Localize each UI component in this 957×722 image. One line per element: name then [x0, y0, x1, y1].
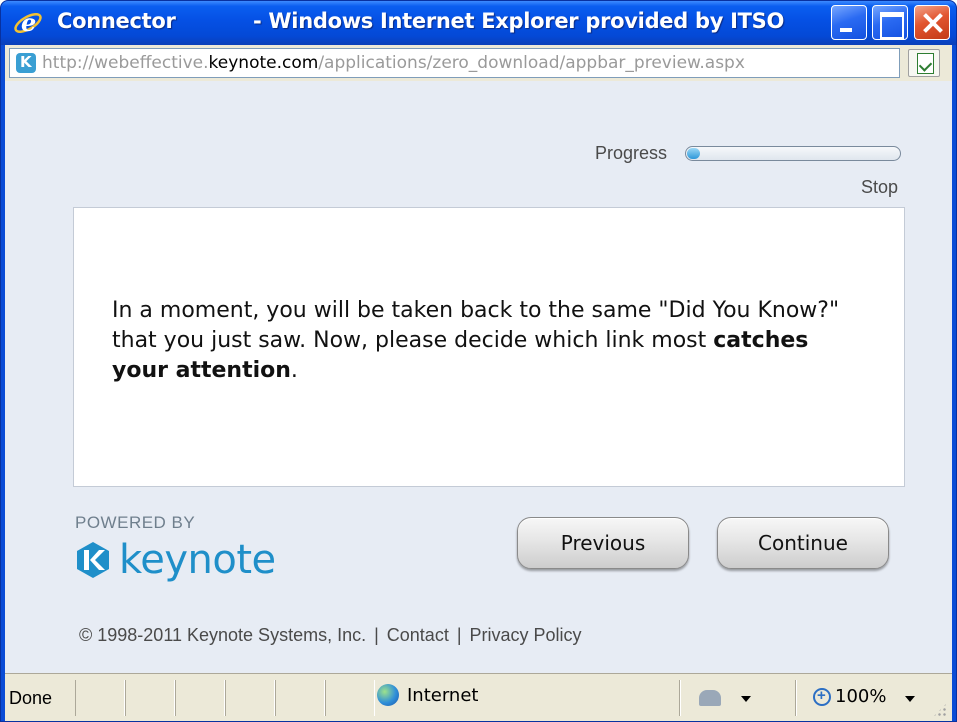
close-button[interactable] [914, 5, 950, 40]
ie-logo-icon: e [14, 8, 42, 37]
copyright-text: © 1998-2011 Keynote Systems, Inc. [79, 625, 367, 645]
window-title: - Windows Internet Explorer provided by … [253, 9, 785, 33]
status-bar: Done Internet 100% [5, 673, 952, 721]
zoom-level: 100% [835, 686, 887, 707]
contact-link[interactable]: Contact [387, 625, 449, 645]
maximize-button[interactable] [872, 5, 908, 40]
resize-grip[interactable] [932, 702, 948, 718]
previous-button[interactable]: Previous [517, 517, 689, 569]
url-path: /applications/zero_download/appbar_previ… [318, 53, 745, 73]
footer-separator: | [456, 625, 462, 645]
minimize-button[interactable] [831, 5, 867, 40]
footer-separator: | [374, 625, 379, 645]
status-pane [125, 680, 175, 716]
powered-by-label: POWERED BY [75, 513, 196, 532]
window-title-app: Connector [57, 9, 176, 33]
title-bar[interactable]: e Connector - Windows Internet Explorer … [1, 1, 956, 45]
url-host: keynote.com [208, 53, 319, 73]
status-pane [75, 680, 125, 716]
message-text-end: . [290, 358, 298, 383]
status-pane [275, 680, 325, 716]
progress-bar [685, 146, 901, 161]
zoom-control[interactable]: 100% [813, 686, 886, 707]
svg-text:e: e [21, 8, 36, 37]
internet-globe-icon [377, 684, 399, 706]
compatibility-view-icon[interactable] [908, 49, 940, 77]
keynote-logo-word: keynote [119, 537, 276, 583]
protected-mode-dropdown-icon[interactable] [741, 696, 751, 702]
status-divider [795, 680, 797, 716]
status-divider [679, 680, 681, 716]
message-panel: In a moment, you will be taken back to t… [73, 207, 905, 487]
continue-button[interactable]: Continue [717, 517, 889, 569]
status-pane [225, 680, 275, 716]
page-content: Progress Stop In a moment, you will be t… [5, 81, 952, 673]
progress-label: Progress [595, 143, 668, 163]
zoom-icon [813, 687, 831, 706]
protected-mode-icon[interactable] [699, 690, 721, 706]
site-favicon-icon [16, 53, 36, 73]
keynote-logo: keynote [73, 533, 276, 587]
keynote-logo-mark-icon [77, 542, 109, 578]
status-pane [175, 680, 225, 716]
status-text: Done [9, 688, 53, 708]
footer: © 1998-2011 Keynote Systems, Inc. | Contac… [79, 625, 582, 646]
browser-window: e Connector - Windows Internet Explorer … [0, 0, 957, 722]
zoom-dropdown-icon[interactable] [905, 696, 915, 702]
status-pane [325, 680, 375, 716]
message-text: In a moment, you will be taken back to t… [112, 296, 852, 386]
progress-fill [687, 148, 700, 159]
privacy-policy-link[interactable]: Privacy Policy [470, 625, 582, 645]
address-bar: http://webeffective.keynote.com/applicat… [5, 45, 952, 81]
zone-label: Internet [407, 684, 479, 706]
url-prefix: http://webeffective. [42, 53, 209, 73]
stop-link[interactable]: Stop [861, 177, 898, 198]
url-field[interactable]: http://webeffective.keynote.com/applicat… [9, 48, 900, 78]
security-zone[interactable]: Internet [377, 684, 478, 706]
